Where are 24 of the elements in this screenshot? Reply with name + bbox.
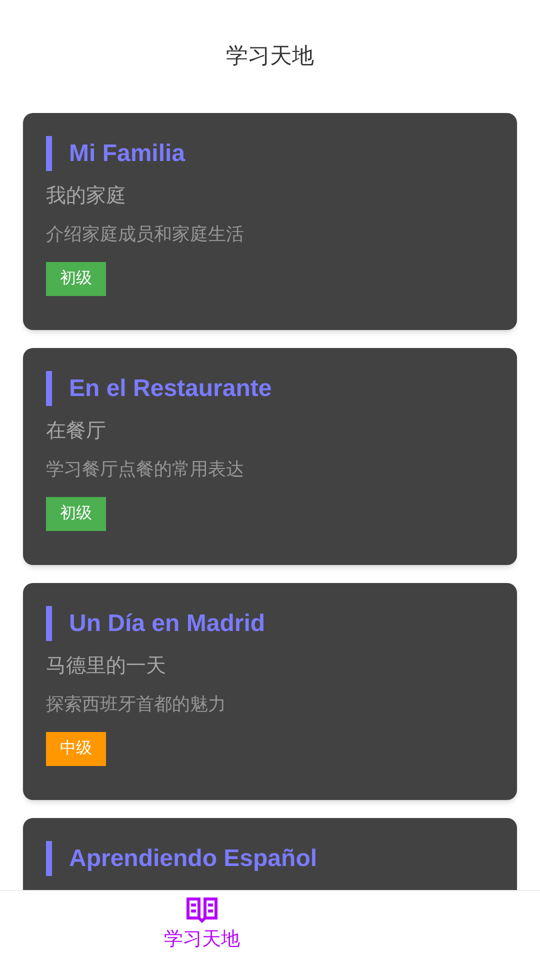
nav-tab[interactable]: 学习天地: [0, 891, 404, 960]
accent-bar: [46, 606, 52, 641]
lesson-title: Un Día en Madrid: [69, 608, 266, 638]
lesson-card[interactable]: En el Restaurante 在餐厅 学习餐厅点餐的常用表达 初级: [23, 348, 517, 565]
lesson-card[interactable]: Un Día en Madrid 马德里的一天 探索西班牙首都的魅力 中级: [23, 583, 517, 800]
book-icon: [185, 896, 219, 924]
lesson-subtitle: 我的家庭: [46, 184, 127, 209]
page-title: 学习天地: [226, 42, 314, 70]
level-badge: 初级: [46, 497, 106, 531]
accent-bar: [46, 371, 52, 406]
lesson-title: Aprendiendo Español: [69, 844, 318, 874]
lesson-title: Mi Familia: [69, 138, 186, 168]
lesson-description: 探索西班牙首都的魅力: [46, 693, 227, 716]
accent-bar: [46, 841, 52, 876]
lesson-card[interactable]: Aprendiendo Español: [23, 818, 517, 890]
lesson-subtitle: 马德里的一天: [46, 654, 167, 679]
accent-bar: [46, 136, 52, 171]
lesson-description: 介绍家庭成员和家庭生活: [46, 223, 245, 246]
level-badge: 初级: [46, 262, 106, 296]
lesson-card[interactable]: Mi Familia 我的家庭 介绍家庭成员和家庭生活 初级: [23, 113, 517, 330]
level-badge: 中级: [46, 732, 106, 766]
lesson-description: 学习餐厅点餐的常用表达: [46, 458, 245, 481]
lesson-title: En el Restaurante: [69, 374, 272, 404]
lesson-subtitle: 在餐厅: [46, 419, 107, 444]
